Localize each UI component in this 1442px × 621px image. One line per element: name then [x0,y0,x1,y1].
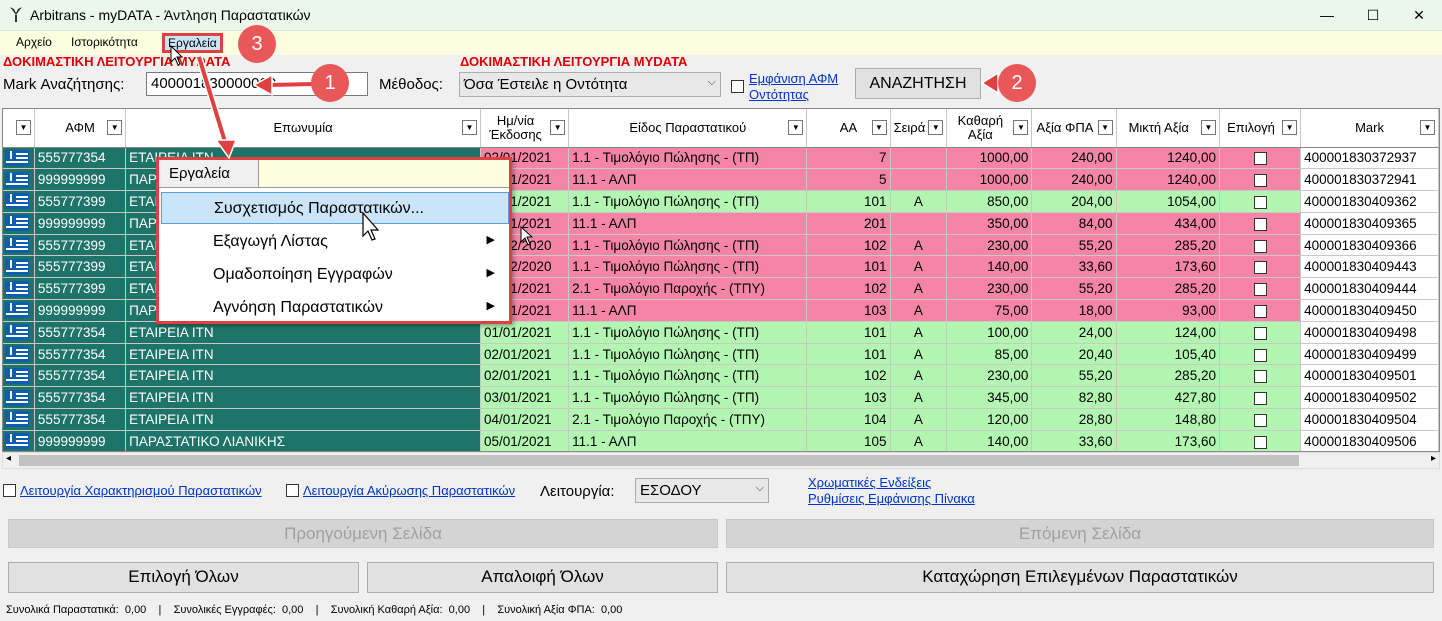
color-legend-link[interactable]: Χρωματικές Ενδείξεις [808,475,931,490]
table-settings-link[interactable]: Ρυθμίσεις Εμφάνισης Πίνακα [808,491,975,506]
callout-badge-3: 3 [238,25,276,63]
status-bar: Συνολικά Παραστατικά: 0,00 | Συνολικές Ε… [6,604,623,616]
char-mode-link[interactable]: Λειτουργία Χαρακτηρισμού Παραστατικών [20,483,262,498]
next-page-button[interactable]: Επόμενη Σελίδα [726,519,1434,548]
prev-page-button[interactable]: Προηγούμενη Σελίδα [8,519,718,548]
char-mode-checkbox[interactable] [3,484,16,497]
operation-select-value: ΕΣΟΔΟΥ [640,482,702,499]
cancel-mode-link[interactable]: Λειτουργία Ακύρωσης Παραστατικών [303,483,515,498]
operation-select[interactable]: ΕΣΟΔΟΥ ⌵ [635,478,769,503]
chevron-down-icon: ⌵ [755,482,764,494]
cancel-mode-checkbox[interactable] [286,484,299,497]
callout-badge-1: 1 [311,64,349,102]
select-all-button[interactable]: Επιλογή Όλων [8,562,359,593]
register-selected-button[interactable]: Καταχώρηση Επιλεγμένων Παραστατικών [726,562,1434,593]
clear-all-button[interactable]: Απαλοιφή Όλων [367,562,718,593]
operation-label: Λειτουργία: [540,483,615,500]
callout-badge-2: 2 [998,64,1036,102]
